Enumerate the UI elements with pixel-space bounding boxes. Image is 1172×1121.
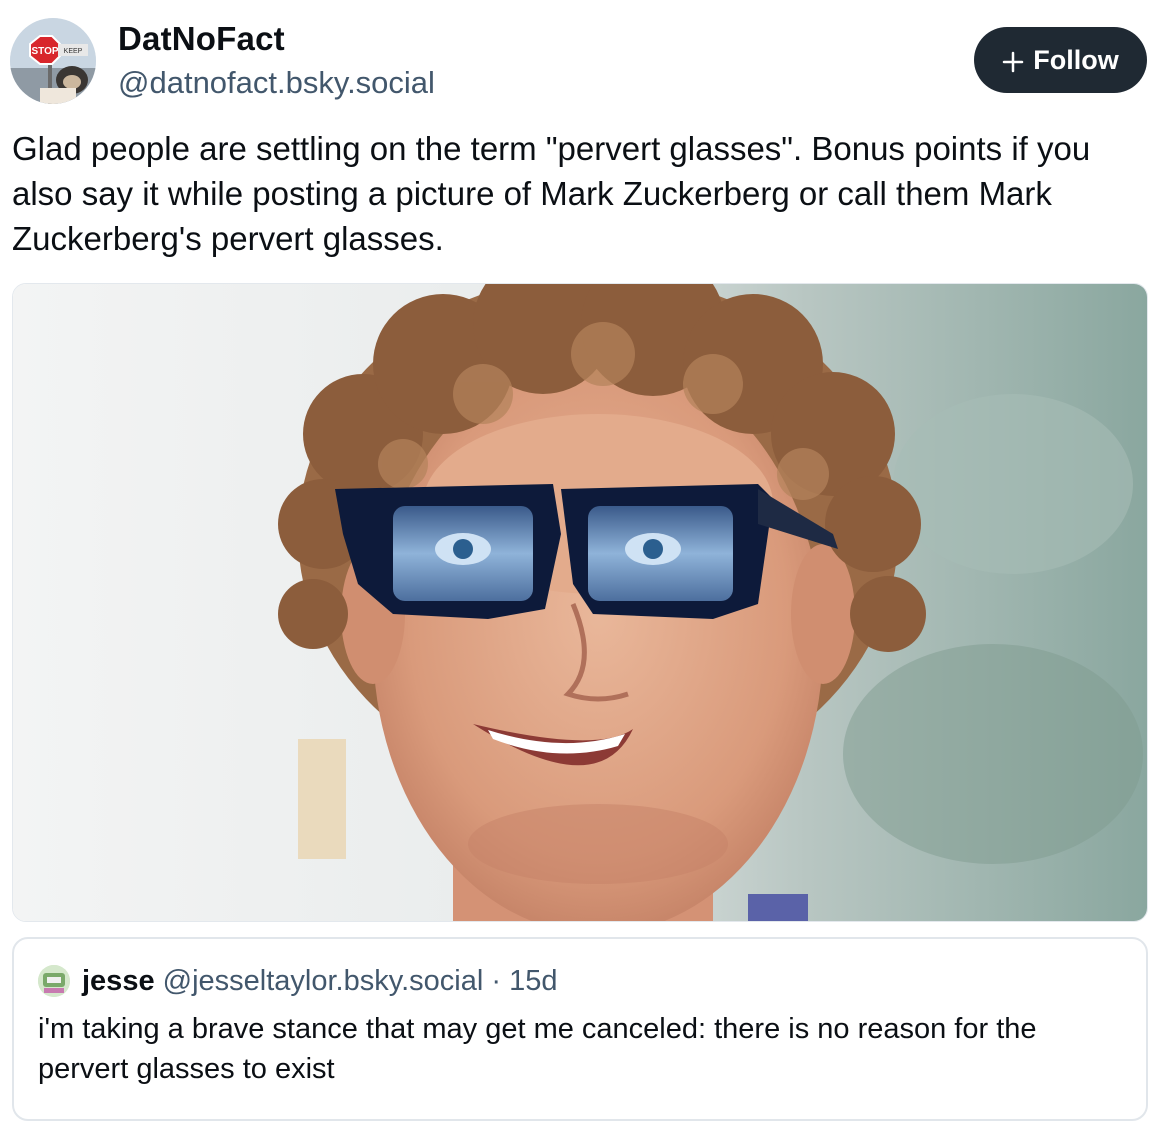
post-container: STOP KEEP DatNoFact @datnofact.bsky.soci… [0,0,1172,1121]
author-avatar[interactable]: STOP KEEP [10,18,96,104]
author-handle[interactable]: @datnofact.bsky.social [118,65,435,101]
avatar-image: STOP KEEP [10,18,96,104]
author-display-name[interactable]: DatNoFact [118,20,285,58]
quote-handle[interactable]: @jesseltaylor.bsky.social [163,965,484,997]
quote-avatar[interactable] [38,965,70,997]
quote-meta: jesse @jesseltaylor.bsky.social · 15d [82,965,557,998]
plus-icon [1002,49,1024,73]
follow-button[interactable]: Follow [974,27,1147,93]
quote-separator: · [491,965,502,997]
avatar-small-text: KEEP [64,48,83,55]
quoted-post-card[interactable]: jesse @jesseltaylor.bsky.social · 15d i'… [12,937,1148,1121]
post-image[interactable] [12,283,1148,922]
post-photo [13,284,1147,921]
post-text: Glad people are settling on the term "pe… [12,130,1091,257]
avatar-sign-text: STOP [31,46,58,57]
follow-button-label: Follow [1033,44,1119,75]
quote-age: 15d [509,965,558,997]
quote-display-name[interactable]: jesse [82,965,155,997]
quote-text: i'm taking a brave stance that may get m… [38,1013,1037,1085]
